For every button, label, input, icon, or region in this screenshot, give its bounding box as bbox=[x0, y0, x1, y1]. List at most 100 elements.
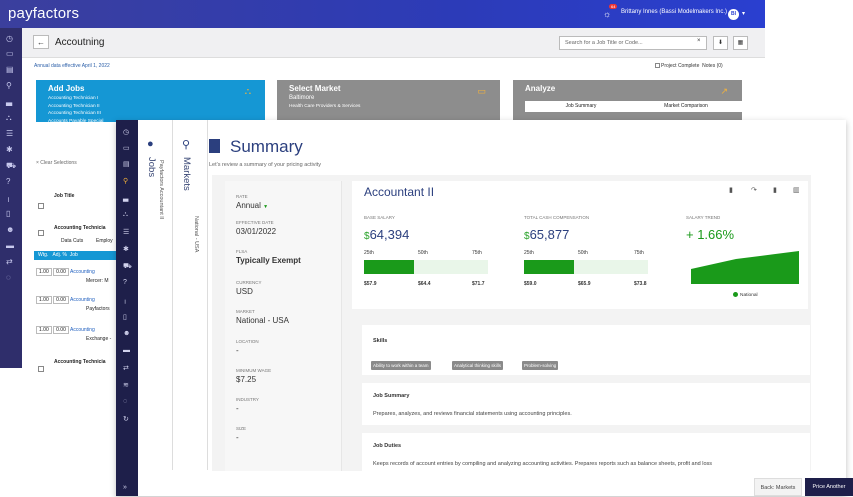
transfer-icon[interactable]: ⇄ bbox=[123, 364, 129, 372]
chevron-down-icon[interactable]: ▾ bbox=[742, 10, 745, 17]
market-line: Baltimore bbox=[289, 95, 315, 101]
export-button[interactable]: ⬇ bbox=[713, 36, 728, 50]
pricing-icon[interactable]: ⚲ bbox=[123, 177, 128, 185]
job-summary-title: Job Summary bbox=[373, 393, 410, 399]
industry-field: Industry - bbox=[236, 397, 259, 413]
trend-chart-icon: ↗ bbox=[720, 86, 728, 96]
effective-date-text: Annual data effective April 1, 2022 bbox=[34, 63, 110, 69]
notes-link[interactable]: Notes (0) bbox=[702, 63, 723, 69]
settings-icon[interactable]: ✱ bbox=[6, 145, 13, 154]
dashboard-icon[interactable]: ◷ bbox=[123, 128, 129, 136]
cut-job-link[interactable]: Accounting bbox=[70, 327, 95, 333]
job-search-input[interactable]: Search for a Job Title or Code... bbox=[559, 36, 707, 50]
tcc-range-bar bbox=[524, 260, 648, 274]
chat-icon[interactable]: ▭ bbox=[123, 144, 130, 152]
save-icon[interactable]: ▮ bbox=[773, 186, 777, 194]
transfer-icon[interactable]: ⇄ bbox=[6, 257, 13, 266]
select-market-card[interactable]: Select Market Baltimore Health Care Prov… bbox=[277, 80, 500, 122]
base-p75-label: 75th bbox=[472, 250, 482, 256]
truck-icon[interactable]: ⛟ bbox=[6, 161, 16, 171]
expand-icon[interactable]: » bbox=[123, 484, 127, 491]
job-summary-button[interactable]: Job Summary bbox=[525, 101, 637, 112]
pricing-icon[interactable]: ⚲ bbox=[6, 81, 12, 90]
dashboard-icon[interactable]: ◷ bbox=[6, 34, 13, 43]
card-icon[interactable]: ▬ bbox=[6, 241, 14, 250]
user-name[interactable]: Brittany Innes (Bassi Modelmakers Inc.) bbox=[621, 9, 727, 15]
back-markets-button[interactable]: Back: Markets bbox=[754, 478, 802, 496]
people-icon[interactable]: ☻ bbox=[6, 225, 14, 234]
list-icon[interactable]: ☰ bbox=[123, 228, 129, 236]
chat-icon[interactable]: ▭ bbox=[6, 49, 14, 58]
user-avatar[interactable]: BI bbox=[728, 9, 739, 20]
clear-selections-button[interactable]: × Clear Selections bbox=[36, 160, 77, 166]
markets-vertical-tab[interactable]: ⚲ Markets National - USA bbox=[173, 120, 208, 470]
cut-job-link[interactable]: Accounting bbox=[70, 297, 95, 303]
adj-input[interactable]: 0.00 bbox=[53, 326, 69, 334]
refresh-icon[interactable]: ↻ bbox=[123, 415, 129, 423]
adj-input[interactable]: 0.00 bbox=[53, 296, 69, 304]
payfactors-logo[interactable]: payfactors bbox=[8, 5, 79, 22]
bar-chart-icon[interactable]: ╷ bbox=[6, 193, 11, 202]
job-row-title[interactable]: Accounting Technicia bbox=[54, 225, 106, 231]
document-icon[interactable]: ▯ bbox=[123, 313, 127, 321]
weight-header: Wtg. bbox=[38, 252, 49, 258]
price-another-button[interactable]: Price Another bbox=[805, 478, 853, 496]
calculator-icon[interactable]: ▤ bbox=[123, 160, 130, 168]
row-checkbox[interactable] bbox=[38, 230, 44, 236]
chart-icon[interactable]: ▃ bbox=[6, 97, 12, 106]
tcc-p75-label: 75th bbox=[634, 250, 644, 256]
hierarchy-icon[interactable]: ⛬ bbox=[6, 113, 12, 123]
industry-value: - bbox=[236, 404, 239, 413]
weight-input[interactable]: 1.00 bbox=[36, 296, 52, 304]
chevron-down-icon[interactable]: ▼ bbox=[263, 204, 268, 210]
job-title-header[interactable]: Job Title bbox=[54, 193, 74, 199]
back-button[interactable]: ← bbox=[33, 35, 49, 49]
salary-trend-chart bbox=[691, 251, 799, 284]
notification-bell-icon[interactable]: ☼ bbox=[603, 9, 611, 19]
people-icon[interactable]: ☻ bbox=[123, 330, 130, 337]
help-icon[interactable]: ? bbox=[6, 177, 10, 186]
row-checkbox[interactable] bbox=[38, 366, 44, 372]
weight-input[interactable]: 1.00 bbox=[36, 326, 52, 334]
pdf-icon[interactable]: ▮ bbox=[729, 186, 733, 194]
page-header: ← Accoutning Search for a Job Title or C… bbox=[22, 28, 765, 58]
share-icon[interactable]: ↷ bbox=[751, 186, 757, 194]
data-cuts-tab[interactable]: Data Cuts bbox=[61, 238, 83, 244]
checkbox-icon[interactable] bbox=[655, 63, 660, 69]
document-icon[interactable]: ▯ bbox=[6, 209, 10, 218]
settings-icon[interactable]: ✱ bbox=[123, 245, 129, 253]
jobs-vertical-tab[interactable]: ● Jobs Payfactors Accountant II bbox=[138, 120, 173, 470]
truck-icon[interactable]: ⛟ bbox=[123, 262, 132, 271]
add-jobs-card[interactable]: Add Jobs Accounting Technician I Account… bbox=[36, 80, 265, 124]
wifi-icon[interactable]: ≋ bbox=[123, 381, 129, 389]
select-all-checkbox[interactable] bbox=[38, 203, 44, 209]
employees-tab[interactable]: Employ bbox=[96, 238, 113, 244]
adj-header: Adj. % bbox=[52, 252, 67, 258]
hierarchy-icon[interactable]: ⛬ bbox=[123, 211, 128, 219]
project-complete-checkbox[interactable]: Project Complete Notes (0) bbox=[655, 63, 723, 69]
location-icon[interactable]: ◌ bbox=[6, 273, 11, 282]
weight-input[interactable]: 1.00 bbox=[36, 268, 52, 276]
market-comparison-button[interactable]: Market Comparison bbox=[630, 101, 742, 112]
analyze-card[interactable]: Analyze Job Summary Market Comparison ↗ bbox=[513, 80, 742, 122]
clear-search-icon[interactable]: × bbox=[697, 38, 701, 44]
main-sidebar: ◷ ▭ ▤ ⚲ ▃ ⛬ ☰ ✱ ⛟ ? ╷ ▯ ☻ ▬ ⇄ ◌ bbox=[0, 28, 22, 368]
list-icon[interactable]: ☰ bbox=[6, 129, 13, 138]
card-icon[interactable]: ▬ bbox=[123, 347, 130, 354]
layout-button[interactable]: ▦ bbox=[733, 36, 748, 50]
rate-field[interactable]: Rate Annual ▼ bbox=[236, 194, 268, 210]
help-icon[interactable]: ? bbox=[123, 279, 127, 286]
job-summary-text: Prepares, analyzes, and reviews financia… bbox=[373, 411, 572, 417]
notification-count-badge: 64 bbox=[609, 4, 618, 9]
bar-chart-icon[interactable]: ╷ bbox=[123, 296, 127, 304]
job-row-title[interactable]: Accounting Technicia bbox=[54, 359, 106, 365]
rate-select[interactable]: Annual bbox=[236, 201, 261, 210]
rate-value[interactable]: Annual ▼ bbox=[236, 201, 268, 210]
calculator-icon[interactable]: ▤ bbox=[6, 65, 14, 74]
flsa-value: Typically Exempt bbox=[236, 256, 301, 265]
location-icon[interactable]: ◌ bbox=[123, 398, 127, 405]
book-icon[interactable]: ▥ bbox=[793, 186, 800, 194]
chart-icon[interactable]: ▃ bbox=[123, 194, 128, 202]
cut-job-link[interactable]: Accounting bbox=[70, 269, 95, 275]
adj-input[interactable]: 0.00 bbox=[53, 268, 69, 276]
